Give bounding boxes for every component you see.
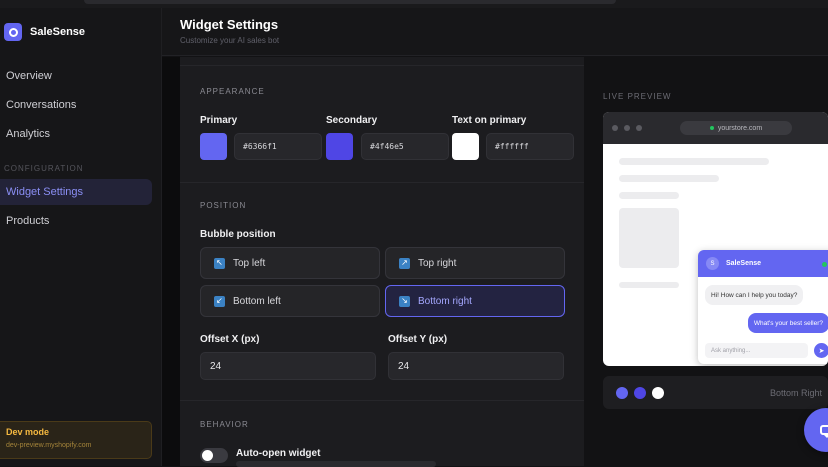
preview-summary: Bottom Right	[603, 376, 828, 409]
text-color-dot	[652, 387, 664, 399]
sidebar-item-widget-settings[interactable]: Widget Settings	[0, 179, 152, 205]
browser-top-strip	[0, 0, 828, 8]
page-title: Widget Settings	[180, 17, 278, 32]
sidebar-item-overview[interactable]: Overview	[0, 63, 152, 89]
bot-message: Hi! How can I help you today?	[705, 285, 803, 305]
sidebar-section-label: CONFIGURATION	[4, 164, 84, 173]
live-preview-label: LIVE PREVIEW	[603, 92, 671, 101]
position-bottom-right-button[interactable]: ↘ Bottom right	[385, 285, 565, 317]
secondary-color-label: Secondary	[326, 115, 377, 126]
divider	[180, 400, 584, 401]
position-section-label: POSITION	[200, 201, 246, 210]
placeholder-line	[619, 158, 769, 165]
window-dot-icon	[612, 125, 618, 131]
sidebar-item-label: Overview	[6, 70, 52, 82]
offset-y-input[interactable]: 24	[388, 352, 564, 380]
dev-store-url: dev-preview.myshopify.com	[6, 442, 145, 449]
primary-color-dot	[616, 387, 628, 399]
window-dot-icon	[636, 125, 642, 131]
appearance-section-label: APPEARANCE	[200, 87, 265, 96]
sidebar-item-label: Products	[6, 215, 49, 227]
user-message: What's your best seller?	[748, 313, 828, 333]
secondary-color-input[interactable]: #4f46e5	[361, 133, 449, 160]
offset-x-input[interactable]: 24	[200, 352, 376, 380]
address-bar[interactable]	[84, 0, 616, 4]
sidebar-item-label: Analytics	[6, 128, 50, 140]
chat-bubble-icon	[820, 425, 828, 435]
arrow-bottom-left-icon: ↙	[214, 296, 225, 307]
placeholder-line	[619, 175, 719, 182]
brand[interactable]: SaleSense	[4, 23, 85, 41]
page-subtitle: Customize your AI sales bot	[180, 36, 279, 45]
settings-panel: APPEARANCE Primary #6366f1 Secondary #4f…	[180, 57, 584, 466]
behavior-section-label: BEHAVIOR	[200, 420, 249, 429]
sidebar-item-products[interactable]: Products	[0, 208, 152, 234]
live-preview-column: LIVE PREVIEW yourstore.com S SaleSense H…	[584, 57, 828, 466]
auto-open-description	[236, 461, 436, 467]
bot-avatar: S	[706, 257, 719, 270]
bubble-position-label: Bubble position	[200, 229, 276, 240]
secondary-color-dot	[634, 387, 646, 399]
chat-logo-icon	[4, 23, 22, 41]
online-status-icon	[822, 262, 827, 267]
secondary-color-swatch[interactable]	[326, 133, 353, 160]
arrow-top-right-icon: ↗	[399, 258, 410, 269]
position-bottom-left-button[interactable]: ↙ Bottom left	[200, 285, 380, 317]
text-on-primary-swatch[interactable]	[452, 133, 479, 160]
position-top-right-button[interactable]: ↗ Top right	[385, 247, 565, 279]
panel-gutter	[162, 57, 180, 466]
divider	[180, 65, 584, 66]
dev-mode-badge: Dev mode dev-preview.myshopify.com	[0, 421, 152, 459]
dev-mode-title: Dev mode	[6, 427, 145, 437]
secure-dot-icon	[710, 126, 714, 130]
sidebar-item-analytics[interactable]: Analytics	[0, 121, 152, 147]
auto-open-toggle[interactable]	[200, 448, 228, 463]
window-dot-icon	[624, 125, 630, 131]
sidebar-item-label: Widget Settings	[6, 186, 83, 198]
text-on-primary-label: Text on primary	[452, 115, 526, 126]
page-header: Widget Settings Customize your AI sales …	[162, 8, 828, 56]
preview-url: yourstore.com	[718, 125, 762, 132]
sidebar-item-conversations[interactable]: Conversations	[0, 92, 152, 118]
bot-name: SaleSense	[726, 260, 761, 267]
sidebar-item-label: Conversations	[6, 99, 76, 111]
position-option-label: Bottom left	[233, 296, 281, 307]
primary-color-swatch[interactable]	[200, 133, 227, 160]
arrow-bottom-right-icon: ↘	[399, 296, 410, 307]
position-top-left-button[interactable]: ↖ Top left	[200, 247, 380, 279]
primary-color-label: Primary	[200, 115, 237, 126]
text-on-primary-input[interactable]: #ffffff	[486, 133, 574, 160]
offset-y-label: Offset Y (px)	[388, 334, 447, 345]
placeholder-line	[619, 282, 679, 288]
position-option-label: Bottom right	[418, 296, 472, 307]
primary-color-input[interactable]: #6366f1	[234, 133, 322, 160]
preview-browser-bar: yourstore.com	[603, 112, 828, 144]
send-icon: ➤	[814, 343, 828, 358]
position-option-label: Top right	[418, 258, 456, 269]
preview-position-text: Bottom Right	[770, 388, 822, 398]
brand-name: SaleSense	[30, 26, 85, 38]
offset-x-label: Offset X (px)	[200, 334, 259, 345]
sidebar: SaleSense Overview Conversations Analyti…	[0, 8, 162, 466]
preview-browser: yourstore.com S SaleSense Hi! How can I …	[603, 112, 828, 366]
toggle-knob	[202, 450, 213, 461]
position-option-label: Top left	[233, 258, 265, 269]
arrow-top-left-icon: ↖	[214, 258, 225, 269]
preview-address-bar: yourstore.com	[680, 121, 792, 135]
placeholder-block	[619, 208, 679, 268]
chat-header: S SaleSense	[698, 250, 828, 277]
chat-widget-preview: S SaleSense Hi! How can I help you today…	[698, 250, 828, 364]
placeholder-line	[619, 192, 679, 199]
auto-open-label: Auto-open widget	[236, 448, 320, 459]
chat-input: Ask anything...	[705, 343, 808, 358]
divider	[180, 182, 584, 183]
